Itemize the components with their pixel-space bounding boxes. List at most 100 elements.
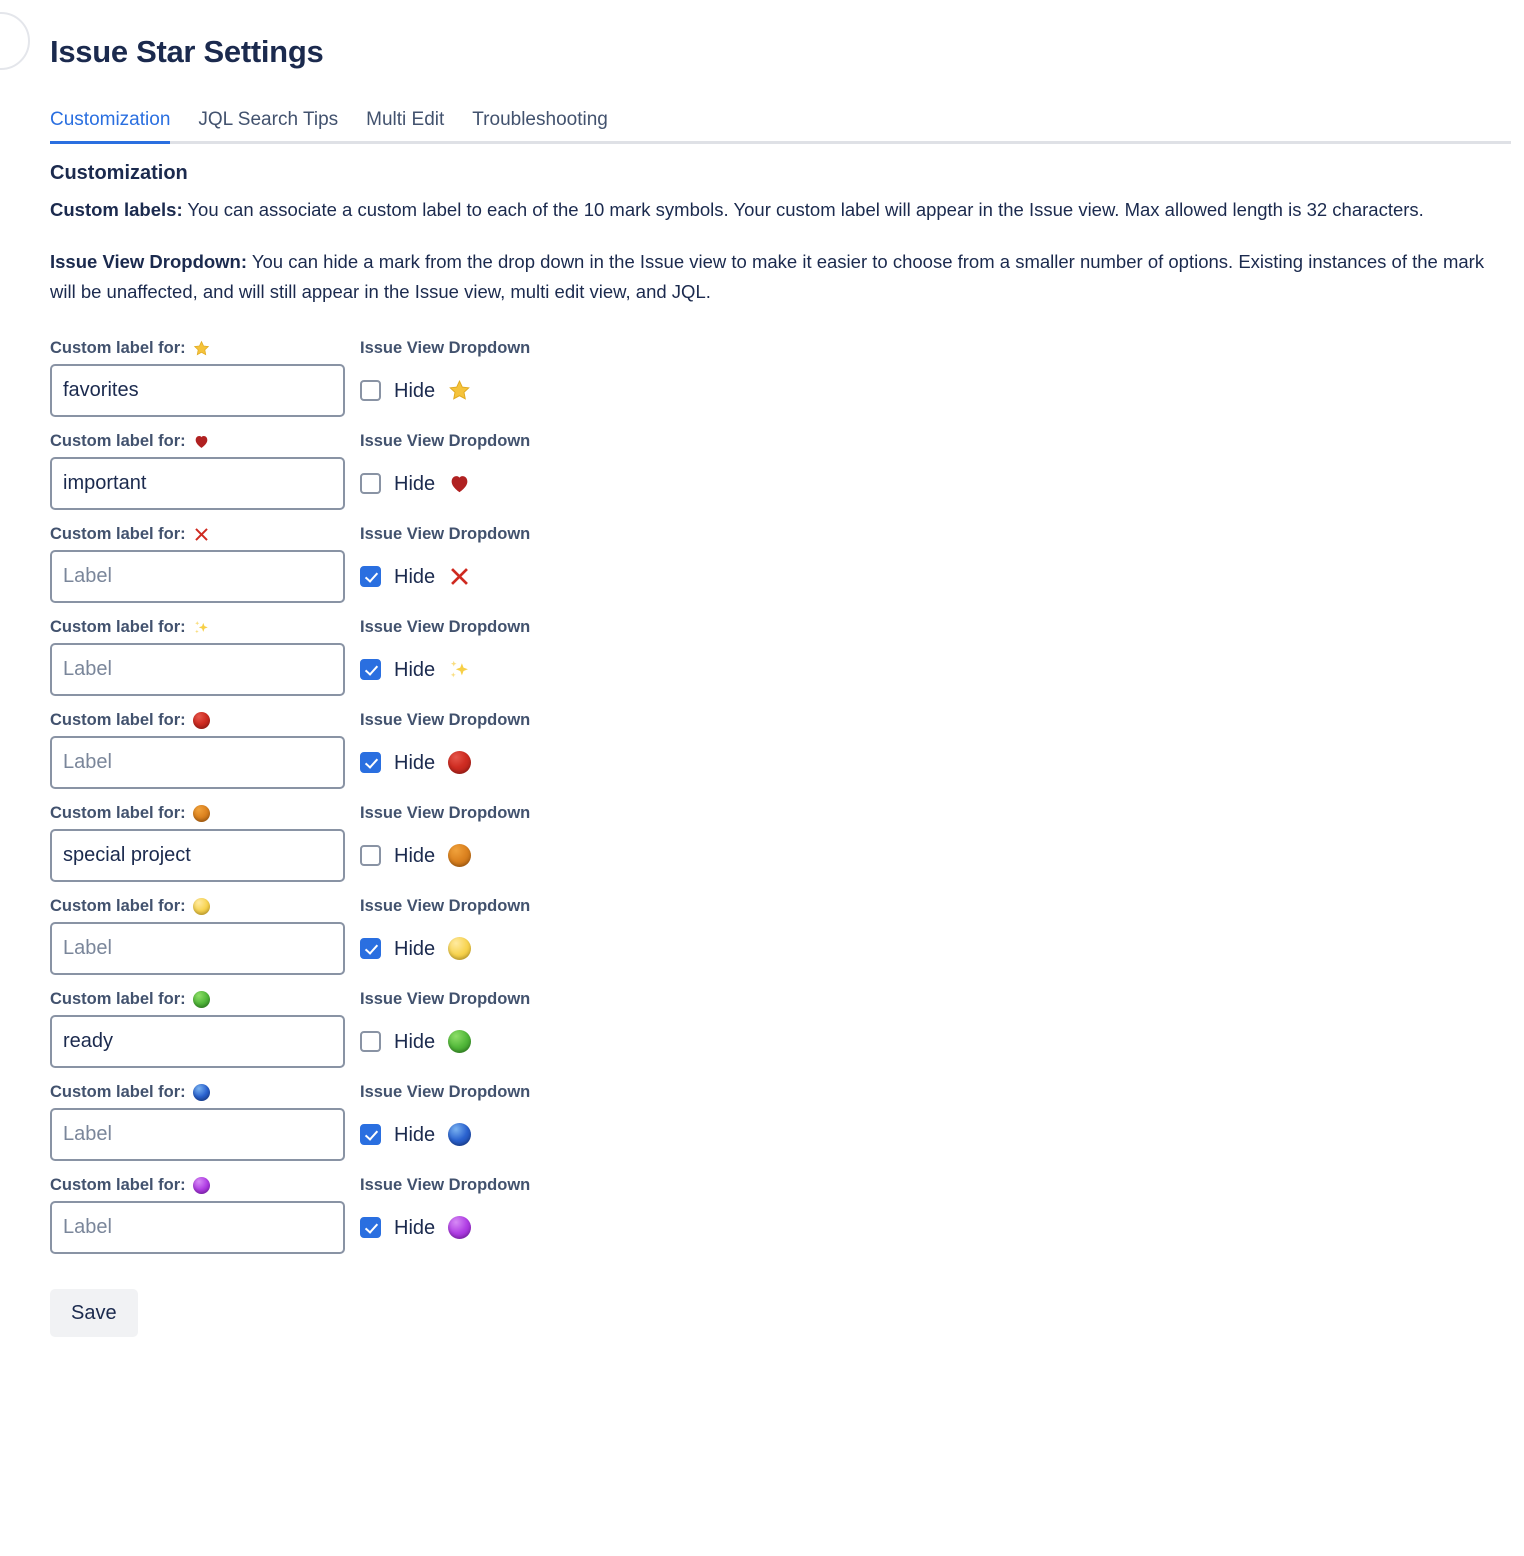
sparkles-icon <box>193 619 210 636</box>
issue-view-dropdown-column: Issue View Dropdown Hide <box>355 430 530 510</box>
mark-row: Custom label for: Issue View Dropdown Hide <box>50 430 1524 510</box>
custom-label-input[interactable] <box>50 1015 345 1068</box>
mark-row: Custom label for: Issue View Dropdown Hide <box>50 337 1524 417</box>
issue-view-dropdown-column: Issue View Dropdown Hide <box>355 1174 530 1254</box>
custom-label-column: Custom label for: <box>50 1174 355 1254</box>
heart-icon <box>448 472 471 495</box>
custom-label-column: Custom label for: <box>50 895 355 975</box>
orange-circle-icon <box>448 844 472 867</box>
custom-label-input[interactable] <box>50 550 345 603</box>
custom-label-for-label: Custom label for: <box>50 988 355 1010</box>
tab-customization[interactable]: Customization <box>50 108 184 144</box>
hide-checkbox[interactable] <box>360 1031 381 1052</box>
mark-row: Custom label for: Issue View Dropdown Hide <box>50 895 1524 975</box>
mark-row: Custom label for: Issue View Dropdown Hide <box>50 523 1524 603</box>
custom-label-input[interactable] <box>50 829 345 882</box>
custom-label-column: Custom label for: <box>50 337 355 417</box>
hide-label: Hide <box>394 472 436 495</box>
hide-control: Hide <box>360 922 530 975</box>
green-circle-icon <box>448 1030 472 1053</box>
issue-view-dropdown-label: Issue View Dropdown <box>360 897 531 915</box>
custom-label-column: Custom label for: <box>50 430 355 510</box>
hide-checkbox[interactable] <box>360 380 381 401</box>
hide-control: Hide <box>360 1108 530 1161</box>
custom-label-input[interactable] <box>50 643 345 696</box>
custom-label-for-label: Custom label for: <box>50 709 355 731</box>
cross-mark-icon <box>448 565 471 588</box>
custom-label-for-label: Custom label for: <box>50 523 355 545</box>
blue-circle-icon <box>448 1123 472 1146</box>
hide-label: Hide <box>394 937 436 960</box>
hide-checkbox[interactable] <box>360 1124 381 1145</box>
hide-label: Hide <box>394 1123 436 1146</box>
mark-row: Custom label for: Issue View Dropdown Hide <box>50 616 1524 696</box>
custom-label-for-text: Custom label for: <box>50 990 186 1008</box>
issue-view-dropdown-column: Issue View Dropdown Hide <box>355 988 530 1068</box>
yellow-circle-icon <box>192 897 210 915</box>
save-button[interactable]: Save <box>50 1289 138 1337</box>
custom-label-for-label: Custom label for: <box>50 1081 355 1103</box>
hide-control: Hide <box>360 643 530 696</box>
custom-label-column: Custom label for: <box>50 1081 355 1161</box>
custom-label-input[interactable] <box>50 1201 345 1254</box>
hide-control: Hide <box>360 829 530 882</box>
settings-page: Issue Star Settings Customization JQL Sea… <box>0 0 1524 1337</box>
green-circle-icon <box>192 990 210 1008</box>
yellow-circle-icon <box>448 937 472 960</box>
issue-view-dropdown-label: Issue View Dropdown <box>360 1083 531 1101</box>
hide-checkbox[interactable] <box>360 1217 381 1238</box>
custom-label-input[interactable] <box>50 736 345 789</box>
mark-settings-list: Custom label for: Issue View Dropdown Hide… <box>50 337 1524 1254</box>
hide-checkbox[interactable] <box>360 566 381 587</box>
custom-label-input[interactable] <box>50 1108 345 1161</box>
tab-multi-edit[interactable]: Multi Edit <box>352 108 458 141</box>
mark-row: Custom label for: Issue View Dropdown Hide <box>50 1081 1524 1161</box>
custom-label-column: Custom label for: <box>50 802 355 882</box>
tab-jql-search-tips[interactable]: JQL Search Tips <box>184 108 352 141</box>
custom-labels-description: Custom labels: You can associate a custo… <box>50 195 1500 225</box>
custom-label-for-text: Custom label for: <box>50 804 186 822</box>
custom-label-input[interactable] <box>50 364 345 417</box>
red-circle-icon <box>192 711 210 729</box>
section-heading: Customization <box>50 162 188 184</box>
custom-label-for-text: Custom label for: <box>50 1176 186 1194</box>
hide-checkbox[interactable] <box>360 473 381 494</box>
custom-label-column: Custom label for: <box>50 523 355 603</box>
hide-checkbox[interactable] <box>360 752 381 773</box>
mark-row: Custom label for: Issue View Dropdown Hide <box>50 988 1524 1068</box>
purple-circle-icon <box>448 1216 472 1239</box>
issue-view-dropdown-label: Issue View Dropdown <box>360 711 531 729</box>
mark-row: Custom label for: Issue View Dropdown Hide <box>50 802 1524 882</box>
custom-label-for-label: Custom label for: <box>50 802 355 824</box>
hide-checkbox[interactable] <box>360 938 381 959</box>
hide-label: Hide <box>394 658 436 681</box>
custom-label-for-label: Custom label for: <box>50 616 355 638</box>
custom-label-for-label: Custom label for: <box>50 1174 355 1196</box>
custom-labels-lead: Custom labels: <box>50 199 183 220</box>
blue-circle-icon <box>192 1083 210 1101</box>
hide-label: Hide <box>394 1030 436 1053</box>
cross-mark-icon <box>193 526 210 543</box>
star-icon <box>448 379 471 402</box>
issue-view-dropdown-label: Issue View Dropdown <box>360 804 531 822</box>
mark-row: Custom label for: Issue View Dropdown Hide <box>50 1174 1524 1254</box>
hide-label: Hide <box>394 1216 436 1239</box>
hide-control: Hide <box>360 364 530 417</box>
custom-label-input[interactable] <box>50 922 345 975</box>
custom-label-for-text: Custom label for: <box>50 711 186 729</box>
tab-troubleshooting[interactable]: Troubleshooting <box>458 108 622 141</box>
hide-checkbox[interactable] <box>360 845 381 866</box>
tab-bar: Customization JQL Search Tips Multi Edit Tr… <box>50 108 1511 144</box>
hide-checkbox[interactable] <box>360 659 381 680</box>
issue-view-dropdown-column: Issue View Dropdown Hide <box>355 616 530 696</box>
custom-label-column: Custom label for: <box>50 988 355 1068</box>
custom-label-input[interactable] <box>50 457 345 510</box>
issue-view-dropdown-label: Issue View Dropdown <box>360 990 531 1008</box>
custom-label-column: Custom label for: <box>50 616 355 696</box>
custom-label-for-label: Custom label for: <box>50 337 355 359</box>
issue-view-dropdown-column: Issue View Dropdown Hide <box>355 1081 530 1161</box>
hide-label: Hide <box>394 751 436 774</box>
page-title: Issue Star Settings <box>50 34 324 69</box>
custom-label-for-text: Custom label for: <box>50 1083 186 1101</box>
purple-circle-icon <box>192 1176 210 1194</box>
